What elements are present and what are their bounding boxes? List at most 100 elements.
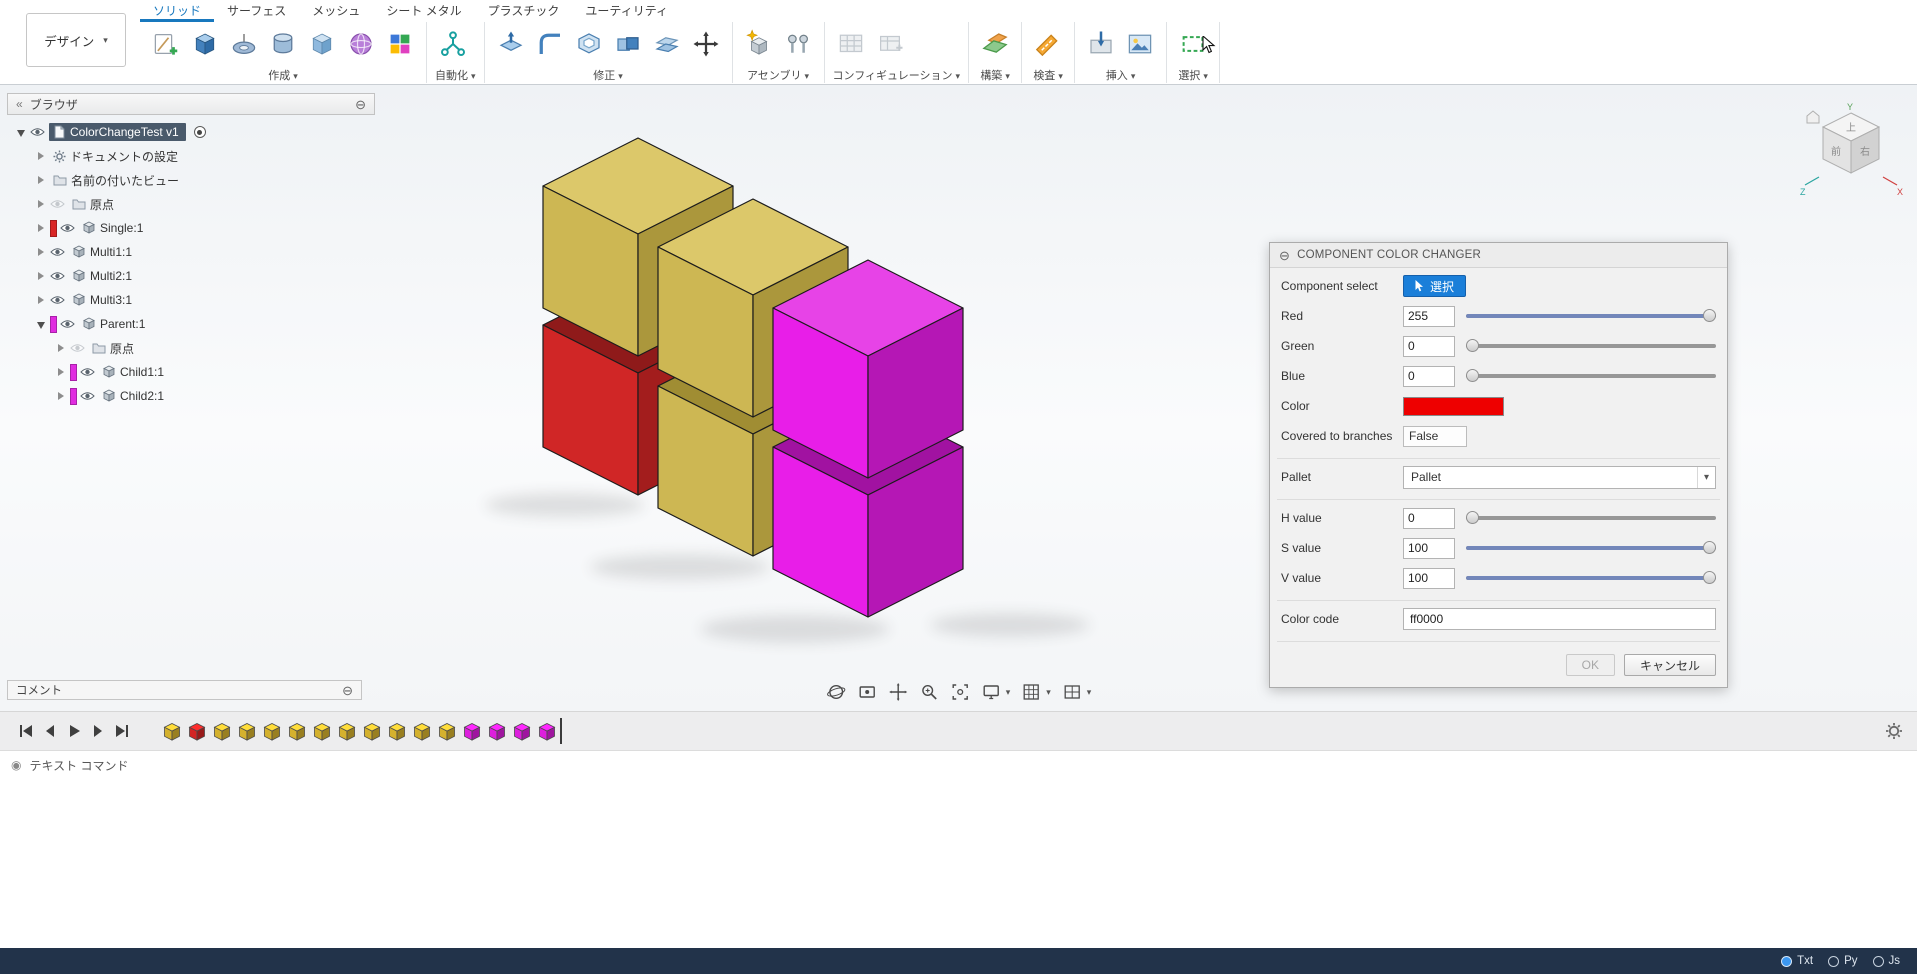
viewport-canvas[interactable]: « ブラウザ ⊖ ColorChangeTest v1 ドキュメントの設定 名前の付…: [0, 85, 1917, 711]
view-cube[interactable]: 上 前 右 X Z Y: [1799, 101, 1903, 202]
timeline-settings-gear-icon[interactable]: [1885, 722, 1903, 740]
s-value-input[interactable]: [1403, 537, 1455, 559]
browser-item-child2-1[interactable]: Child2:1: [7, 384, 375, 408]
green-slider-handle[interactable]: [1466, 339, 1479, 352]
dock-icon[interactable]: «: [16, 97, 23, 111]
browser-item-multi1-1[interactable]: Multi1:1: [7, 240, 375, 264]
component-select-button[interactable]: 選択: [1403, 275, 1467, 297]
timeline-feature-3[interactable]: [212, 719, 232, 743]
mode-js[interactable]: Js: [1872, 955, 1900, 967]
text-commands-output[interactable]: [0, 779, 1917, 948]
timeline-feature-15[interactable]: [512, 719, 532, 743]
comments-panel[interactable]: コメント ⊖: [7, 680, 362, 700]
green-slider[interactable]: [1466, 338, 1716, 354]
mode-py[interactable]: Py: [1828, 955, 1858, 967]
tab-mesh[interactable]: メッシュ: [299, 1, 373, 22]
blue-slider[interactable]: [1466, 368, 1716, 384]
insert-image-icon[interactable]: [1122, 25, 1158, 63]
v-slider-handle[interactable]: [1703, 571, 1716, 584]
text-commands-header[interactable]: ◉ テキスト コマンド: [0, 751, 1917, 779]
pattern-appearance-icon[interactable]: [382, 25, 418, 63]
viewport-layout-icon[interactable]: ▾: [1061, 681, 1093, 703]
timeline-feature-8[interactable]: [337, 719, 357, 743]
red-input[interactable]: [1403, 305, 1455, 327]
timeline-step-forward-button[interactable]: [86, 719, 110, 743]
visibility-eye-icon[interactable]: [60, 319, 75, 329]
insert-derive-icon[interactable]: [1083, 25, 1119, 63]
browser-item--[interactable]: ドキュメントの設定: [7, 144, 375, 168]
collapse-arrow-icon[interactable]: [15, 126, 28, 139]
tab-plastic[interactable]: プラスチック: [475, 1, 573, 22]
timeline-end-button[interactable]: [110, 719, 134, 743]
blue-slider-handle[interactable]: [1466, 369, 1479, 382]
construct-plane-icon[interactable]: [977, 25, 1013, 63]
expand-arrow-icon[interactable]: [55, 390, 68, 403]
expand-arrow-icon[interactable]: [35, 222, 48, 235]
visibility-eye-icon[interactable]: [70, 343, 85, 353]
expand-arrow-icon[interactable]: [35, 294, 48, 307]
offset-face-icon[interactable]: [649, 25, 685, 63]
s-slider-handle[interactable]: [1703, 541, 1716, 554]
timeline-feature-4[interactable]: [237, 719, 257, 743]
green-input[interactable]: [1403, 335, 1455, 357]
new-component-icon[interactable]: [741, 25, 777, 63]
tab-utilities[interactable]: ユーティリティ: [572, 1, 681, 22]
browser-item--[interactable]: 原点: [7, 336, 375, 360]
browser-item-child1-1[interactable]: Child1:1: [7, 360, 375, 384]
visibility-eye-icon[interactable]: [60, 223, 75, 233]
automation-icon[interactable]: [435, 25, 471, 63]
collapse-icon[interactable]: ⊖: [355, 98, 366, 111]
timeline-feature-11[interactable]: [412, 719, 432, 743]
browser-item-multi2-1[interactable]: Multi2:1: [7, 264, 375, 288]
pallet-dropdown[interactable]: Pallet ▾: [1403, 465, 1716, 489]
visibility-eye-icon[interactable]: [50, 295, 65, 305]
red-slider-handle[interactable]: [1703, 309, 1716, 322]
zoom-icon[interactable]: [918, 681, 940, 703]
visibility-eye-icon[interactable]: [50, 271, 65, 281]
timeline-feature-5[interactable]: [262, 719, 282, 743]
dialog-titlebar[interactable]: ⊖ COMPONENT COLOR CHANGER: [1270, 243, 1727, 268]
timeline-feature-7[interactable]: [312, 719, 332, 743]
browser-item-colorchangetest-v1[interactable]: ColorChangeTest v1: [7, 120, 375, 144]
move-copy-icon[interactable]: [688, 25, 724, 63]
v-value-input[interactable]: [1403, 567, 1455, 589]
measure-icon[interactable]: [1030, 25, 1066, 63]
browser-item--[interactable]: 名前の付いたビュー: [7, 168, 375, 192]
expand-arrow-icon[interactable]: [35, 150, 48, 163]
h-slider-handle[interactable]: [1466, 511, 1479, 524]
timeline-step-back-button[interactable]: [38, 719, 62, 743]
configuration-insert-icon[interactable]: [872, 25, 908, 63]
select-window-icon[interactable]: [1175, 25, 1216, 63]
extrude-icon[interactable]: [187, 25, 223, 63]
design-workspace-dropdown[interactable]: デザイン ▾: [26, 13, 126, 67]
group-label-select[interactable]: 選択 ▾: [1175, 67, 1211, 83]
revolve-icon[interactable]: [226, 25, 262, 63]
browser-item--[interactable]: 原点: [7, 192, 375, 216]
timeline-position-marker[interactable]: [560, 718, 562, 744]
group-label-inspect[interactable]: 検査 ▾: [1030, 67, 1066, 83]
visibility-eye-icon[interactable]: [80, 391, 95, 401]
v-slider[interactable]: [1466, 570, 1716, 586]
expand-arrow-icon[interactable]: [35, 198, 48, 211]
group-label-create[interactable]: 作成 ▾: [148, 67, 418, 83]
sphere-primitive-icon[interactable]: [343, 25, 379, 63]
color-code-input[interactable]: [1403, 608, 1716, 630]
timeline-feature-14[interactable]: [487, 719, 507, 743]
timeline-feature-2[interactable]: [187, 719, 207, 743]
timeline-feature-13[interactable]: [462, 719, 482, 743]
fillet-icon[interactable]: [532, 25, 568, 63]
tab-sheet-metal[interactable]: シート メタル: [373, 1, 474, 22]
activate-component-radio[interactable]: [193, 126, 206, 138]
configuration-table-icon[interactable]: [833, 25, 869, 63]
timeline-begin-button[interactable]: [14, 719, 38, 743]
grid-display-icon[interactable]: ▾: [1020, 681, 1052, 703]
cylinder-primitive-icon[interactable]: [265, 25, 301, 63]
visibility-eye-icon[interactable]: [50, 247, 65, 257]
combine-icon[interactable]: [610, 25, 646, 63]
timeline-feature-1[interactable]: [162, 719, 182, 743]
browser-item-single-1[interactable]: Single:1: [7, 216, 375, 240]
visibility-eye-icon[interactable]: [80, 367, 95, 377]
timeline-feature-16[interactable]: [537, 719, 557, 743]
timeline-feature-6[interactable]: [287, 719, 307, 743]
h-slider[interactable]: [1466, 510, 1716, 526]
